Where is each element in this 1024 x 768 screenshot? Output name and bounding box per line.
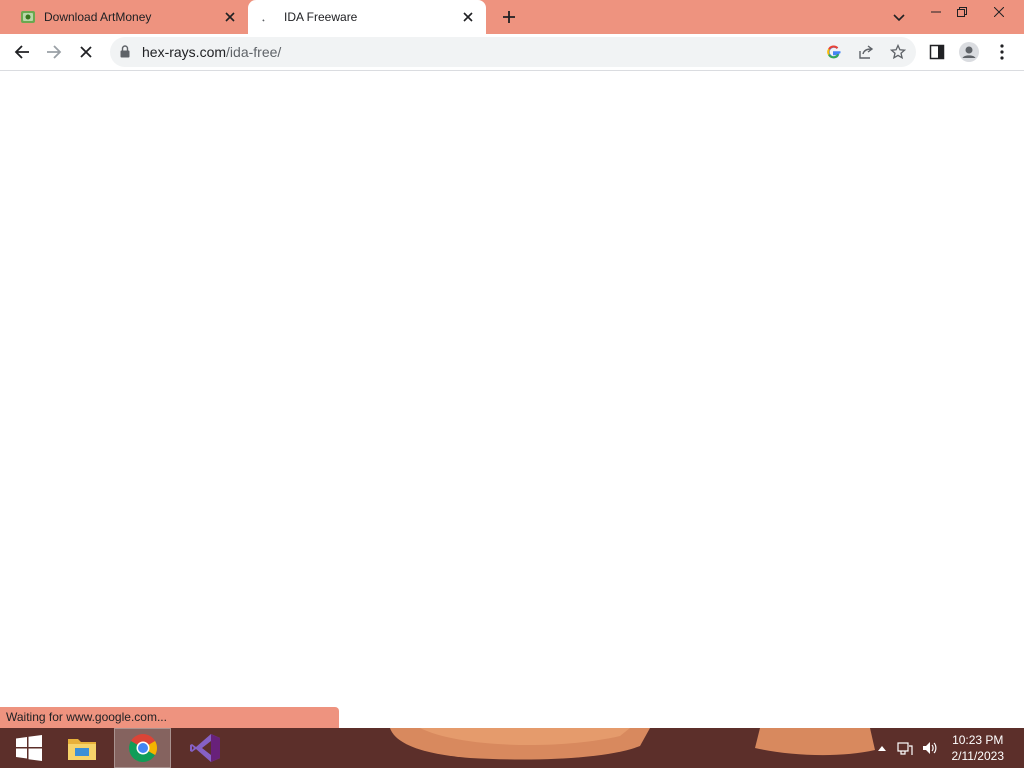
tab-search-button[interactable] — [883, 6, 915, 30]
windows-logo-icon — [15, 735, 42, 761]
browser-toolbar: hex-rays.com/ida-free/ — [0, 34, 1024, 71]
side-panel-button[interactable] — [923, 38, 951, 66]
tab-download-artmoney[interactable]: Download ArtMoney — [8, 0, 248, 34]
folder-icon — [67, 739, 96, 760]
network-icon[interactable] — [897, 740, 913, 756]
chrome-taskbar-button[interactable] — [114, 728, 171, 768]
visual-studio-icon — [189, 734, 220, 762]
plus-icon — [503, 11, 515, 23]
tab-ida-freeware[interactable]: IDA Freeware — [248, 0, 486, 34]
profile-button[interactable] — [955, 38, 983, 66]
taskbar-clock[interactable]: 10:23 PM 2/11/2023 — [952, 732, 1005, 764]
star-icon[interactable] — [889, 43, 907, 65]
tab-title: IDA Freeware — [284, 10, 358, 24]
clock-time: 10:23 PM — [952, 733, 1004, 747]
close-tab-icon[interactable] — [460, 9, 476, 25]
arrow-left-icon — [14, 45, 29, 59]
visual-studio-taskbar-button[interactable] — [176, 728, 233, 768]
google-icon[interactable] — [826, 44, 842, 65]
restore-button[interactable] — [946, 0, 978, 24]
close-window-button[interactable] — [983, 0, 1015, 24]
chevron-down-icon — [893, 14, 905, 22]
stop-loading-button[interactable] — [72, 38, 100, 66]
clock-date: 2/11/2023 — [951, 749, 1005, 763]
minimize-icon — [931, 11, 941, 13]
tab-strip: Download ArtMoney IDA Freeware — [0, 0, 1024, 34]
back-button[interactable] — [8, 38, 36, 66]
restore-icon — [957, 7, 967, 17]
avatar-icon — [959, 42, 979, 62]
close-icon — [994, 7, 1004, 17]
share-icon[interactable] — [858, 44, 874, 65]
url-text[interactable]: hex-rays.com/ida-free/ — [142, 44, 281, 60]
loading-spinner-icon — [260, 9, 276, 25]
close-icon — [80, 46, 92, 58]
file-explorer-taskbar-button[interactable] — [53, 728, 110, 768]
volume-icon[interactable] — [921, 740, 937, 756]
close-tab-icon[interactable] — [222, 9, 238, 25]
address-bar[interactable]: hex-rays.com/ida-free/ — [110, 37, 916, 67]
arrow-right-icon — [47, 45, 62, 59]
caret-up-icon — [878, 746, 886, 751]
start-button[interactable] — [0, 728, 57, 768]
page-content — [0, 71, 1024, 728]
tab-title: Download ArtMoney — [44, 10, 152, 24]
lock-icon[interactable] — [120, 45, 130, 63]
show-hidden-icons-button[interactable] — [874, 740, 890, 756]
new-tab-button[interactable] — [499, 7, 519, 27]
artmoney-favicon-icon — [20, 9, 36, 25]
forward-button[interactable] — [40, 38, 68, 66]
taskbar: 10:23 PM 2/11/2023 — [0, 728, 1024, 768]
chrome-icon — [128, 734, 157, 763]
side-panel-icon — [929, 44, 945, 60]
status-bubble: Waiting for www.google.com... — [0, 707, 339, 728]
menu-button[interactable] — [988, 38, 1016, 66]
kebab-menu-icon — [1000, 44, 1004, 60]
